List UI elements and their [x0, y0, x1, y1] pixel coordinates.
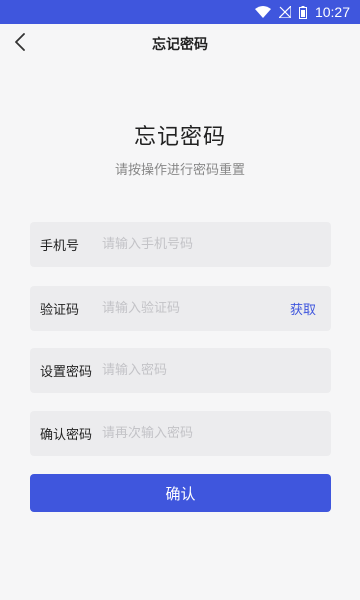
nav-title: 忘记密码 [152, 37, 208, 53]
wifi-icon [254, 6, 271, 18]
confirm-password-label: 确认密码 [40, 428, 93, 443]
battery-icon [298, 5, 307, 19]
password-label: 设置密码 [40, 365, 93, 380]
verification-code-field: 验证码 获取 [30, 286, 331, 331]
password-input[interactable] [102, 348, 331, 393]
password-field: 设置密码 [30, 348, 331, 393]
status-time: 10:27 [314, 4, 350, 20]
get-code-button[interactable]: 获取 [275, 299, 331, 318]
verification-code-label: 验证码 [40, 303, 80, 318]
page-subtitle: 请按操作进行密码重置 [114, 163, 245, 178]
confirm-password-input[interactable] [102, 411, 331, 456]
nav-bar: 忘记密码 [0, 24, 360, 64]
phone-input[interactable] [102, 222, 331, 267]
phone-field: 手机号 [30, 222, 331, 267]
signal-icon [278, 6, 291, 18]
confirm-button[interactable]: 确认 [30, 474, 331, 512]
confirm-password-field: 确认密码 [30, 411, 331, 456]
status-bar: 10:27 [0, 0, 360, 24]
phone-label: 手机号 [40, 239, 80, 254]
verification-code-input[interactable] [102, 286, 275, 331]
page-title: 忘记密码 [133, 125, 226, 150]
